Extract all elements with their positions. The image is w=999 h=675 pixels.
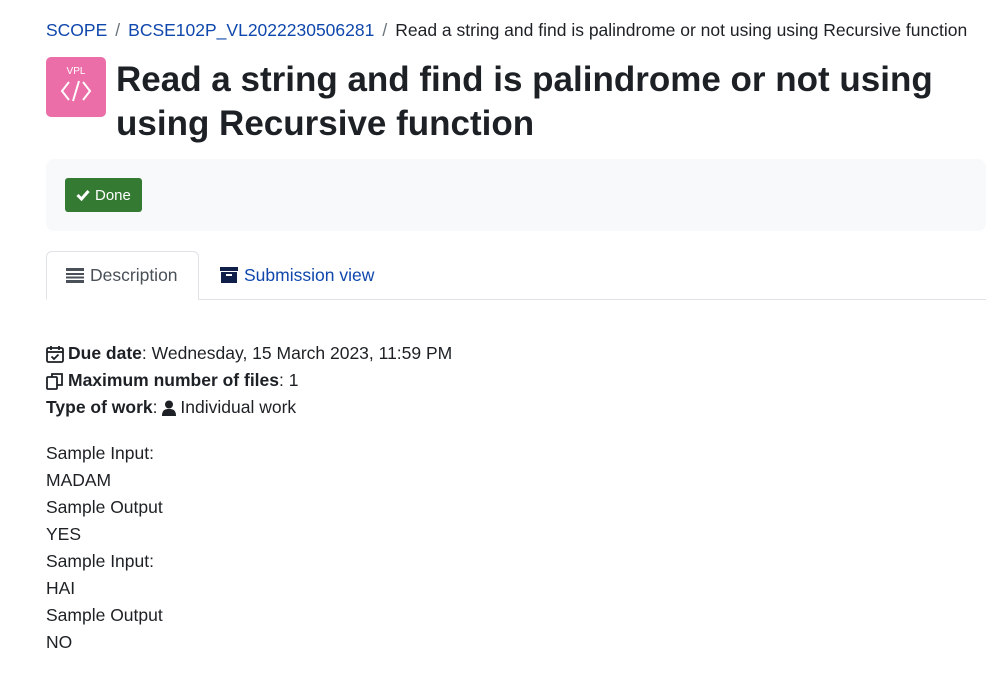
breadcrumb-link-scope[interactable]: SCOPE: [46, 20, 107, 40]
label-separator: :: [141, 343, 147, 363]
tab-submission-view-label: Submission view: [244, 264, 375, 285]
due-date-row: Due date: Wednesday, 15 March 2023, 11:5…: [46, 340, 452, 367]
max-files-row: Maximum number of files: 1: [46, 367, 452, 394]
vpl-label: VPL: [66, 66, 86, 77]
calendar-check-icon: [46, 345, 64, 363]
due-date-value: Wednesday, 15 March 2023, 11:59 PM: [151, 343, 453, 363]
breadcrumb-current: Read a string and find is palindrome or …: [395, 20, 968, 40]
sample-line: MADAM: [46, 470, 112, 490]
sample-line: Sample Input:: [46, 443, 154, 463]
max-files-value: 1: [288, 370, 299, 390]
page-title: Read a string and find is palindrome or …: [116, 60, 933, 143]
work-type-value: Individual work: [180, 397, 297, 417]
work-type-row: Type of work: Individual work: [46, 394, 452, 421]
code-brackets-icon: [60, 80, 92, 102]
sample-line: Sample Input:: [46, 551, 154, 571]
user-icon: [162, 400, 177, 416]
tab-submission-view[interactable]: Submission view: [220, 251, 374, 299]
work-type-label: Type of work: [46, 397, 153, 417]
description-text: Sample Input: MADAM Sample Output YES Sa…: [46, 440, 163, 656]
label-separator: :: [279, 370, 284, 390]
copy-files-icon: [46, 372, 64, 390]
vpl-module-icon: VPL: [46, 57, 106, 117]
breadcrumb-separator: /: [115, 20, 121, 40]
activity-details: Due date: Wednesday, 15 March 2023, 11:5…: [46, 340, 452, 421]
breadcrumb: SCOPE / BCSE102P_VL2022230506281 / Read a st…: [46, 19, 967, 41]
sample-line: HAI: [46, 578, 76, 598]
archive-icon: [220, 267, 238, 283]
sample-line: Sample Output: [46, 497, 163, 517]
breadcrumb-link-course[interactable]: BCSE102P_VL2022230506281: [128, 20, 374, 40]
sample-line: NO: [46, 632, 73, 652]
done-label: Done: [95, 186, 131, 204]
label-separator: :: [152, 397, 158, 417]
tab-bar: Description Submission view: [46, 251, 986, 300]
check-icon: [76, 189, 90, 201]
sample-line: Sample Output: [46, 605, 163, 625]
description-icon: [66, 268, 84, 283]
done-button[interactable]: Done: [65, 178, 142, 212]
sample-line: YES: [46, 524, 82, 544]
activity-completion-bar: Done: [46, 159, 986, 231]
due-date-label: Due date: [68, 343, 142, 363]
max-files-label: Maximum number of files: [68, 370, 280, 390]
breadcrumb-separator: /: [382, 20, 388, 40]
tab-description-label: Description: [90, 265, 178, 285]
tab-description[interactable]: Description: [46, 251, 199, 300]
